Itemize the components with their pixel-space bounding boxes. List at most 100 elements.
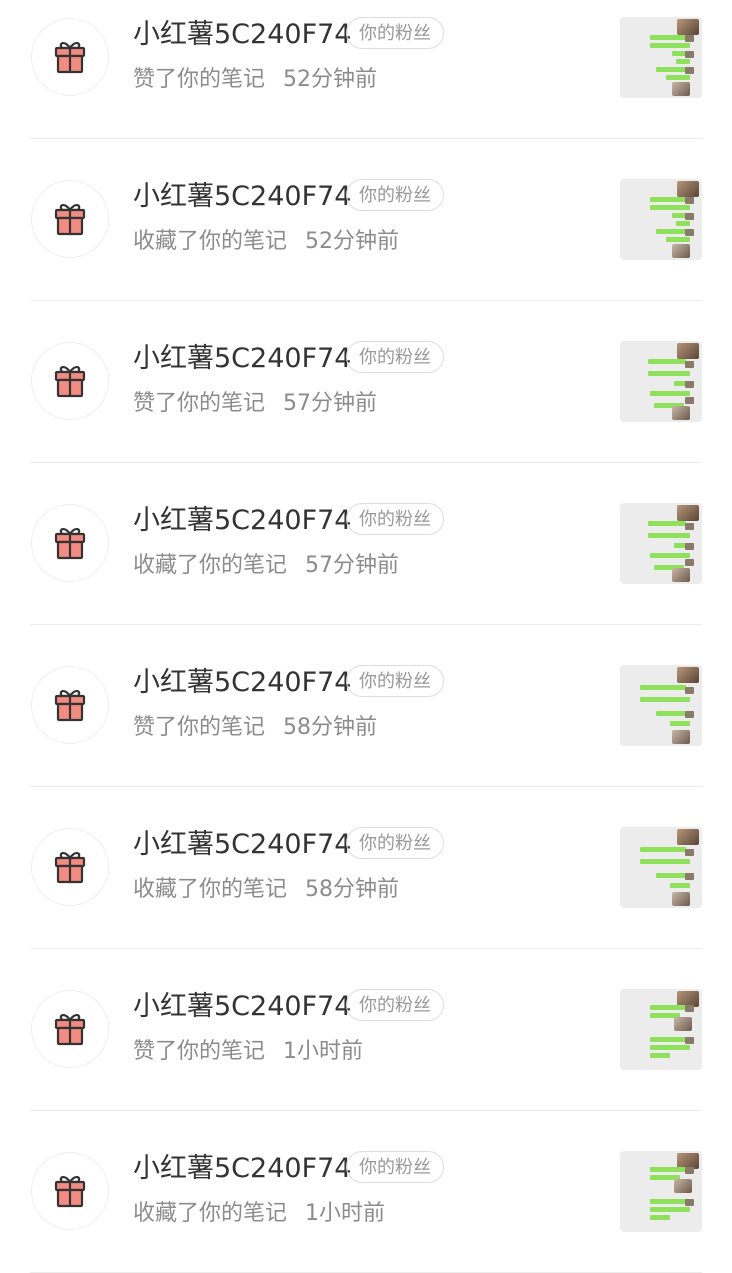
gift-icon (54, 42, 86, 74)
action-text: 收藏了你的笔记 (133, 229, 288, 254)
chat-bubble (648, 359, 686, 364)
action-text: 赞了你的笔记 (133, 715, 266, 740)
note-thumbnail[interactable] (620, 341, 702, 422)
chat-avatar (685, 381, 694, 388)
note-thumbnail[interactable] (620, 179, 702, 260)
timestamp: 57分钟前 (305, 553, 400, 578)
avatar[interactable] (31, 18, 109, 96)
chat-bubble (640, 697, 690, 702)
chat-bubble (648, 521, 686, 526)
user-name[interactable]: 小红薯5C240F74 (133, 1149, 351, 1189)
chat-avatar (685, 67, 694, 74)
fan-badge: 你的粉丝 (346, 503, 444, 535)
thumb-photo (672, 568, 690, 582)
chat-avatar (685, 1167, 694, 1174)
chat-avatar (685, 397, 694, 404)
chat-bubble (650, 205, 690, 210)
note-thumbnail[interactable] (620, 1151, 702, 1232)
chat-avatar (685, 873, 694, 880)
gift-icon (54, 366, 86, 398)
chat-bubble (670, 883, 690, 888)
notification-row[interactable]: 小红薯5C240F74 你的粉丝 收藏了你的笔记 58分钟前 (0, 787, 732, 949)
note-thumbnail[interactable] (620, 503, 702, 584)
chat-avatar (685, 197, 694, 204)
chat-bubble (650, 197, 686, 202)
chat-avatar (685, 1037, 694, 1044)
user-name[interactable]: 小红薯5C240F74 (133, 177, 351, 217)
chat-avatar (685, 51, 694, 58)
notification-list: 小红薯5C240F74 你的粉丝 赞了你的笔记 52分钟前 小红薯5C240F7… (0, 0, 732, 1273)
note-thumbnail[interactable] (620, 827, 702, 908)
timestamp: 57分钟前 (283, 391, 378, 416)
chat-bubble (650, 553, 690, 558)
gift-icon (54, 690, 86, 722)
chat-bubble (650, 1167, 686, 1172)
chat-avatar (685, 35, 694, 42)
timestamp: 58分钟前 (283, 715, 378, 740)
avatar[interactable] (31, 1152, 109, 1230)
notification-meta: 赞了你的笔记 1小时前 (133, 1035, 363, 1069)
user-name[interactable]: 小红薯5C240F74 (133, 987, 351, 1027)
fan-badge: 你的粉丝 (346, 827, 444, 859)
timestamp: 1小时前 (305, 1201, 386, 1226)
timestamp: 52分钟前 (283, 67, 378, 92)
fan-badge: 你的粉丝 (346, 665, 444, 697)
action-text: 赞了你的笔记 (133, 1039, 266, 1064)
notification-row[interactable]: 小红薯5C240F74 你的粉丝 收藏了你的笔记 57分钟前 (0, 463, 732, 625)
user-name[interactable]: 小红薯5C240F74 (133, 663, 351, 703)
chat-bubble (670, 721, 690, 726)
chat-bubble (650, 1207, 690, 1212)
note-thumbnail[interactable] (620, 989, 702, 1070)
chat-bubble (666, 237, 690, 242)
notification-row[interactable]: 小红薯5C240F74 你的粉丝 赞了你的笔记 58分钟前 (0, 625, 732, 787)
chat-avatar (685, 849, 694, 856)
user-name[interactable]: 小红薯5C240F74 (133, 501, 351, 541)
notification-row[interactable]: 小红薯5C240F74 你的粉丝 收藏了你的笔记 52分钟前 (0, 139, 732, 301)
thumb-photo (672, 730, 690, 744)
gift-icon (54, 852, 86, 884)
user-name[interactable]: 小红薯5C240F74 (133, 15, 351, 55)
thumb-photo (677, 343, 699, 359)
avatar[interactable] (31, 828, 109, 906)
notification-meta: 收藏了你的笔记 52分钟前 (133, 225, 399, 259)
notification-meta: 赞了你的笔记 57分钟前 (133, 387, 377, 421)
notification-meta: 收藏了你的笔记 1小时前 (133, 1197, 385, 1231)
fan-badge: 你的粉丝 (346, 1151, 444, 1183)
notification-row[interactable]: 小红薯5C240F74 你的粉丝 收藏了你的笔记 1小时前 (0, 1111, 732, 1273)
action-text: 收藏了你的笔记 (133, 877, 288, 902)
avatar[interactable] (31, 990, 109, 1068)
chat-bubble (650, 35, 686, 40)
user-name[interactable]: 小红薯5C240F74 (133, 825, 351, 865)
thumb-photo (674, 1017, 692, 1031)
thumb-photo (677, 667, 699, 683)
notification-row[interactable]: 小红薯5C240F74 你的粉丝 赞了你的笔记 52分钟前 (0, 0, 732, 139)
user-name[interactable]: 小红薯5C240F74 (133, 339, 351, 379)
thumb-photo (674, 1179, 692, 1193)
thumb-photo (672, 244, 690, 258)
chat-bubble (650, 391, 690, 396)
chat-bubble (650, 1037, 690, 1042)
action-text: 赞了你的笔记 (133, 67, 266, 92)
notification-row[interactable]: 小红薯5C240F74 你的粉丝 赞了你的笔记 57分钟前 (0, 301, 732, 463)
chat-avatar (685, 559, 694, 566)
avatar[interactable] (31, 180, 109, 258)
chat-avatar (685, 213, 694, 220)
chat-bubble (676, 59, 690, 64)
thumb-photo (672, 406, 690, 420)
action-text: 赞了你的笔记 (133, 391, 266, 416)
avatar[interactable] (31, 342, 109, 420)
chat-bubble (640, 859, 690, 864)
notification-row[interactable]: 小红薯5C240F74 你的粉丝 赞了你的笔记 1小时前 (0, 949, 732, 1111)
thumb-photo (677, 829, 699, 845)
chat-bubble (666, 75, 690, 80)
chat-bubble (650, 1045, 690, 1050)
note-thumbnail[interactable] (620, 17, 702, 98)
avatar[interactable] (31, 504, 109, 582)
chat-bubble (648, 371, 690, 376)
chat-bubble (650, 1199, 690, 1204)
notification-meta: 赞了你的笔记 52分钟前 (133, 63, 377, 97)
chat-bubble (648, 533, 690, 538)
note-thumbnail[interactable] (620, 665, 702, 746)
avatar[interactable] (31, 666, 109, 744)
chat-avatar (685, 1005, 694, 1012)
